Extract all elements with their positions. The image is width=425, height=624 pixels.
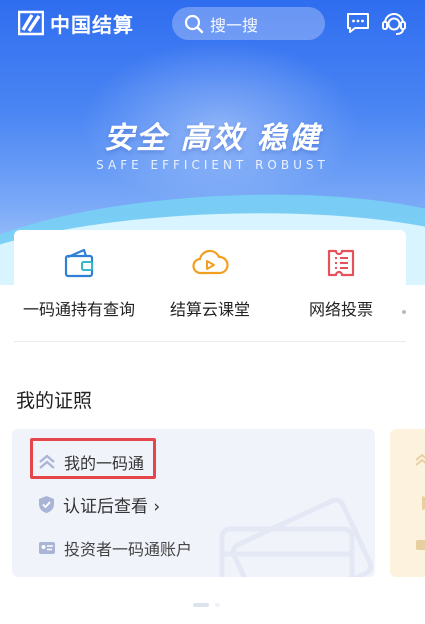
- double-chevron-up-icon: [416, 453, 425, 466]
- next-card-peek[interactable]: [390, 429, 425, 577]
- wallet-icon: [64, 248, 94, 278]
- card-title-row: 我的一码通: [38, 450, 144, 474]
- pager-dot: [215, 603, 220, 607]
- quick-action-label: 网络投票: [308, 300, 373, 319]
- yimatong-card[interactable]: 我的一码通 认证后查看 › 投资者一码通账户: [12, 429, 375, 577]
- verify-link[interactable]: 认证后查看 ›: [38, 492, 160, 517]
- account-label: 投资者一码通账户: [64, 540, 193, 559]
- shield-check-icon: [39, 496, 54, 513]
- banner-slogan-en: SAFE EFFICIENT ROBUST: [96, 158, 329, 172]
- quick-actions-card: 一码通持有查询 结算云课堂 网络投票: [14, 230, 406, 340]
- double-chevron-up-icon: [39, 454, 55, 469]
- carousel-pager: [193, 603, 220, 607]
- logo-mark-icon: [18, 10, 44, 36]
- divider: [14, 341, 406, 342]
- account-row: 投资者一码通账户: [38, 536, 192, 560]
- id-card-icon: [39, 542, 55, 554]
- logo-text: 中国结算: [50, 12, 134, 37]
- message-icon[interactable]: [346, 12, 370, 34]
- search-bar[interactable]: 搜一搜: [172, 7, 325, 40]
- quick-action-label: 一码通持有查询: [22, 300, 135, 319]
- quick-action-online-voting[interactable]: 网络投票: [276, 244, 406, 320]
- play-cloud-icon: [192, 249, 229, 275]
- quick-action-cloud-class[interactable]: 结算云课堂: [145, 244, 275, 320]
- search-icon: [184, 14, 204, 33]
- app-logo: 中国结算: [18, 10, 134, 37]
- scroll-indicator: [402, 310, 406, 314]
- ticket-icon: [327, 249, 355, 277]
- quick-action-label: 结算云课堂: [169, 300, 250, 319]
- banner-slogan: 安全 高效 稳健: [104, 121, 321, 156]
- pager-dot-active: [193, 603, 209, 607]
- section-title: 我的证照: [16, 390, 93, 412]
- card-watermark-icon: [219, 497, 374, 577]
- verify-link-label: 认证后查看 ›: [63, 497, 161, 517]
- search-placeholder: 搜一搜: [210, 15, 259, 35]
- shield-check-icon: [422, 496, 425, 510]
- customer-service-icon[interactable]: [381, 9, 407, 37]
- id-card-icon: [416, 540, 425, 550]
- card-title: 我的一码通: [64, 454, 145, 473]
- top-bar: 中国结算 搜一搜: [0, 0, 425, 50]
- quick-action-holding-query[interactable]: 一码通持有查询: [14, 244, 144, 320]
